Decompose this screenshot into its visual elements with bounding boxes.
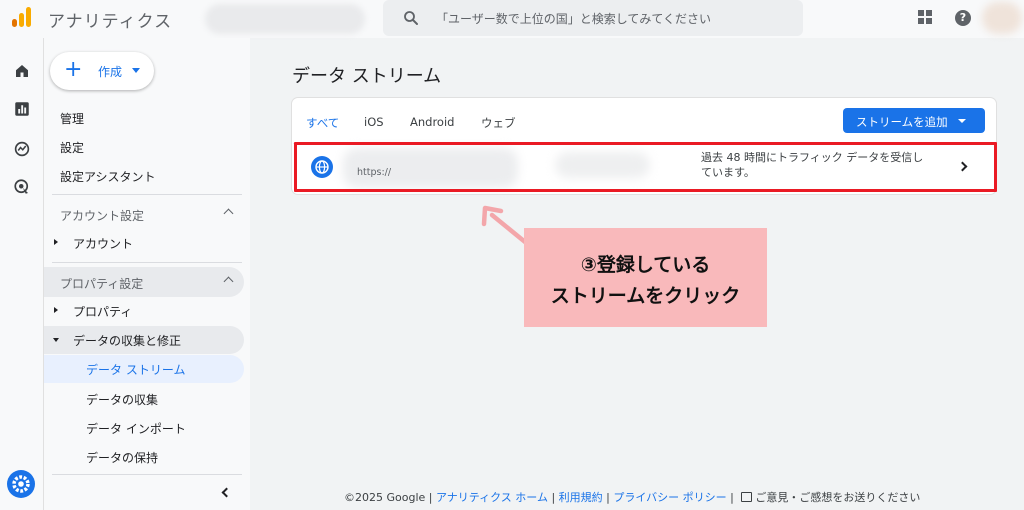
explore-icon[interactable] xyxy=(13,140,31,158)
divider xyxy=(52,194,242,195)
tab-all[interactable]: すべて xyxy=(306,115,339,131)
search-input[interactable]: 「ユーザー数で上位の国」と検索してみてください xyxy=(436,10,711,27)
chevron-up-icon xyxy=(223,276,234,287)
section-label: アカウント設定 xyxy=(60,209,145,223)
top-bar: アナリティクス 「ユーザー数で上位の国」と検索してみてください ? xyxy=(0,0,1024,38)
advertising-icon[interactable] xyxy=(13,178,31,196)
page-title: データ ストリーム xyxy=(292,66,442,87)
home-icon[interactable] xyxy=(13,62,31,80)
nav-item-data-retention[interactable]: データの保持 xyxy=(86,449,158,466)
account-selector-redacted[interactable] xyxy=(205,4,365,34)
nav-item-data-import[interactable]: データ インポート xyxy=(86,420,186,437)
help-icon[interactable]: ? xyxy=(955,10,971,26)
account-settings-section[interactable]: アカウント設定 xyxy=(44,199,244,229)
create-button[interactable]: + 作成 xyxy=(50,52,154,90)
annotation-callout: ③登録している ストリームをクリック xyxy=(524,228,767,327)
avatar[interactable] xyxy=(982,2,1022,34)
footer: ©2025 Google | アナリティクス ホーム | 利用規約 | プライバ… xyxy=(344,491,921,504)
left-rail xyxy=(0,38,44,510)
nav-item-data-streams[interactable]: データ ストリーム xyxy=(86,361,185,378)
search-bar[interactable]: 「ユーザー数で上位の国」と検索してみてください xyxy=(383,0,803,36)
tab-web[interactable]: ウェブ xyxy=(481,115,516,131)
divider xyxy=(52,262,242,263)
caret-down-icon xyxy=(958,119,966,123)
nav-item-account[interactable]: アカウント xyxy=(73,235,133,252)
callout-line-2: ストリームをクリック xyxy=(550,285,741,307)
app-title: アナリティクス xyxy=(48,12,173,32)
nav-item-data-collection[interactable]: データの収集と修正 xyxy=(73,332,181,349)
nav-item-data-collection-sub[interactable]: データの収集 xyxy=(86,391,158,408)
highlight-box xyxy=(294,142,997,192)
tab-ios[interactable]: iOS xyxy=(364,115,384,129)
reports-icon[interactable] xyxy=(13,100,31,118)
nav-item-admin[interactable]: 管理 xyxy=(60,110,84,127)
collapse-nav-icon[interactable] xyxy=(221,487,232,498)
footer-copyright: ©2025 Google xyxy=(344,491,426,504)
analytics-logo-icon[interactable] xyxy=(10,5,34,29)
nav-item-setup-assistant[interactable]: 設定アシスタント xyxy=(60,168,156,185)
expand-arrow-icon xyxy=(54,239,58,245)
nav-item-settings[interactable]: 設定 xyxy=(60,139,84,156)
apps-grid-icon[interactable] xyxy=(918,10,932,24)
gear-icon xyxy=(12,475,30,493)
footer-link-analytics-home[interactable]: アナリティクス ホーム xyxy=(436,491,548,504)
footer-link-privacy[interactable]: プライバシー ポリシー xyxy=(613,491,726,504)
callout-line-1: ③登録している xyxy=(580,254,711,276)
collapse-arrow-icon xyxy=(53,338,59,342)
footer-link-terms[interactable]: 利用規約 xyxy=(559,491,603,504)
caret-down-icon xyxy=(132,68,140,73)
admin-nav-panel: + 作成 管理 設定 設定アシスタント アカウント設定 アカウント プロパティ設… xyxy=(44,38,250,510)
chevron-up-icon xyxy=(223,208,234,219)
divider xyxy=(52,474,242,475)
plus-icon: + xyxy=(64,57,83,82)
add-stream-label: ストリームを追加 xyxy=(856,115,948,129)
create-button-label: 作成 xyxy=(98,65,123,79)
section-label: プロパティ設定 xyxy=(60,277,144,291)
expand-arrow-icon xyxy=(54,307,58,313)
search-icon xyxy=(404,11,418,25)
add-stream-button[interactable]: ストリームを追加 xyxy=(843,108,985,133)
nav-item-property[interactable]: プロパティ xyxy=(73,303,132,320)
tab-android[interactable]: Android xyxy=(410,115,454,129)
admin-settings-button[interactable] xyxy=(7,470,35,498)
property-settings-section[interactable]: プロパティ設定 xyxy=(44,267,244,297)
feedback-icon[interactable] xyxy=(741,492,753,502)
footer-feedback[interactable]: ご意見・ご感想をお送りください xyxy=(755,491,920,504)
